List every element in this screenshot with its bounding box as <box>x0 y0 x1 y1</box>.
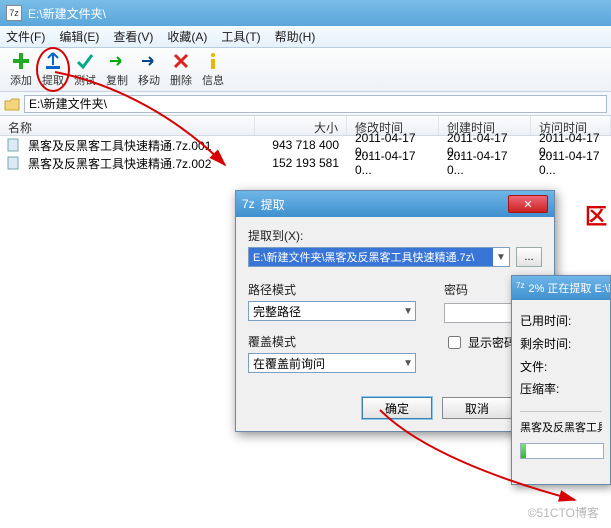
extract-to-label: 提取到(X): <box>248 227 542 244</box>
delete-button[interactable]: 删除 <box>166 51 196 88</box>
watermark: ©51CTO博客 <box>524 503 603 522</box>
overwrite-label: 覆盖模式 <box>248 333 416 350</box>
dialog-title: 提取 <box>261 196 285 213</box>
app-icon: 7z <box>6 5 22 21</box>
menu-edit[interactable]: 编辑(E) <box>59 28 99 45</box>
app-icon: 7z <box>516 281 524 295</box>
chevron-down-icon: ▼ <box>403 306 413 317</box>
files-label: 文件: <box>520 356 602 379</box>
extract-to-combo[interactable]: E:\新建文件夹\黑客及反黑客工具快速精通.7z\ ▼ <box>248 247 510 267</box>
toolbar: 添加 提取 测试 复制 移动 删除 信息 <box>0 48 611 92</box>
test-button[interactable]: 测试 <box>70 51 100 88</box>
path-mode-label: 路径模式 <box>248 281 416 298</box>
menu-file[interactable]: 文件(F) <box>6 28 45 45</box>
file-row[interactable]: 黑客及反黑客工具快速精通.7z.002 152 193 581 2011-04-… <box>0 154 611 172</box>
extract-button[interactable]: 提取 <box>38 49 68 90</box>
up-icon[interactable] <box>4 96 20 112</box>
browse-button[interactable]: ... <box>516 247 542 267</box>
remaining-label: 剩余时间: <box>520 333 602 356</box>
info-button[interactable]: 信息 <box>198 51 228 88</box>
menu-view[interactable]: 查看(V) <box>113 28 153 45</box>
progress-title: 2% 正在提取 E:\新建 <box>528 280 610 296</box>
col-size[interactable]: 大小 <box>255 116 347 135</box>
window-title: E:\新建文件夹\ <box>28 5 106 22</box>
pathbar <box>0 92 611 116</box>
progress-dialog: 7z 2% 正在提取 E:\新建 已用时间: 剩余时间: 文件: 压缩率: 黑客… <box>511 275 611 485</box>
ratio-label: 压缩率: <box>520 378 602 401</box>
file-list: 黑客及反黑客工具快速精通.7z.001 943 718 400 2011-04-… <box>0 136 611 172</box>
close-icon[interactable]: ✕ <box>508 195 548 213</box>
chevron-down-icon: ▼ <box>403 358 413 369</box>
file-icon <box>6 156 20 170</box>
file-icon <box>6 138 20 152</box>
elapsed-label: 已用时间: <box>520 310 602 333</box>
menu-tools[interactable]: 工具(T) <box>221 28 260 45</box>
menubar: 文件(F) 编辑(E) 查看(V) 收藏(A) 工具(T) 帮助(H) <box>0 26 611 48</box>
menu-favorites[interactable]: 收藏(A) <box>167 28 207 45</box>
cancel-button[interactable]: 取消 <box>442 397 512 419</box>
titlebar: 7z E:\新建文件夹\ <box>0 0 611 26</box>
copy-button[interactable]: 复制 <box>102 51 132 88</box>
dialog-titlebar[interactable]: 7z 提取 ✕ <box>236 191 554 217</box>
move-button[interactable]: 移动 <box>134 51 164 88</box>
overwrite-select[interactable]: 在覆盖前询问▼ <box>248 353 416 373</box>
add-button[interactable]: 添加 <box>6 51 36 88</box>
progress-titlebar[interactable]: 7z 2% 正在提取 E:\新建 <box>512 276 610 300</box>
col-name[interactable]: 名称 <box>0 116 255 135</box>
path-mode-select[interactable]: 完整路径▼ <box>248 301 416 321</box>
progress-bar <box>520 443 604 459</box>
extract-dialog: 7z 提取 ✕ 提取到(X): E:\新建文件夹\黑客及反黑客工具快速精通.7z… <box>235 190 555 432</box>
chevron-down-icon[interactable]: ▼ <box>493 252 509 263</box>
ok-button[interactable]: 确定 <box>362 397 432 419</box>
extract-to-value: E:\新建文件夹\黑客及反黑客工具快速精通.7z\ <box>249 248 493 266</box>
menu-help[interactable]: 帮助(H) <box>275 28 316 45</box>
app-icon: 7z <box>242 197 255 211</box>
path-input[interactable] <box>24 95 607 113</box>
current-file: 黑客及反黑客工具快速 <box>520 418 602 439</box>
handwritten-annotation: 区 <box>585 206 607 228</box>
